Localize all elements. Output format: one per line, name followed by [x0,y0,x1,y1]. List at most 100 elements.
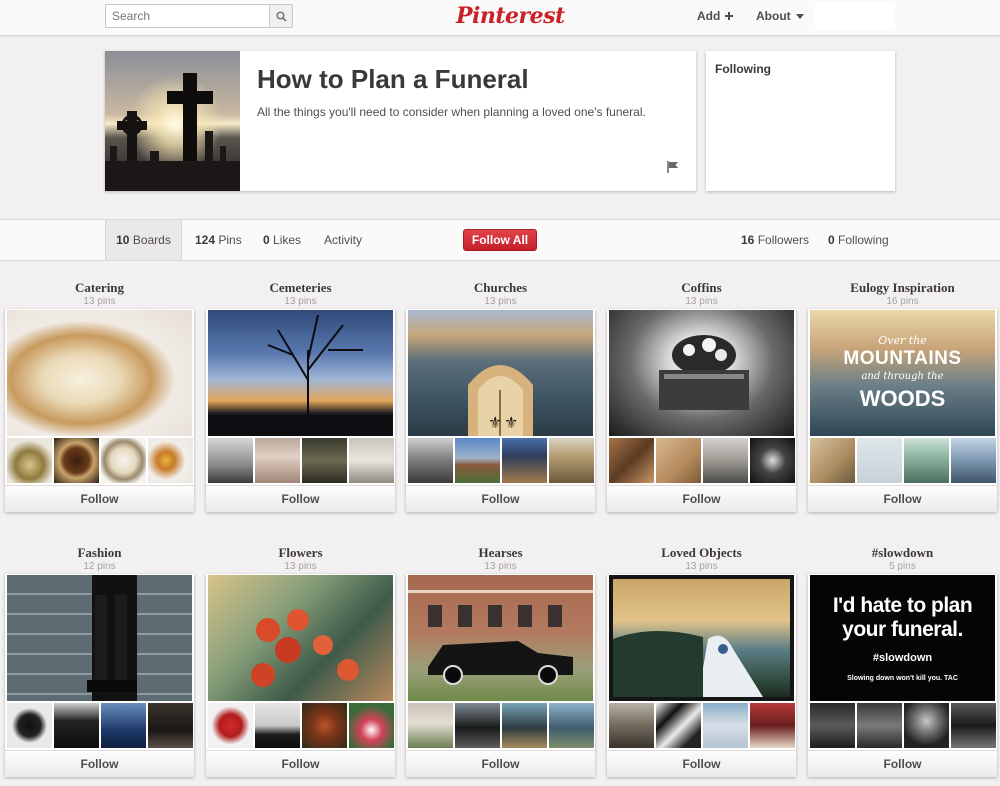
board-name[interactable]: Eulogy Inspiration [808,280,997,296]
cover-caption-line: I'd hate to plan [832,594,973,617]
board-name[interactable]: Cemeteries [206,280,395,296]
thumbnail[interactable] [703,703,748,748]
thumbnail[interactable] [7,703,52,748]
cover-image[interactable] [408,575,593,701]
board-pin-count: 13 pins [284,296,317,307]
follow-board-button[interactable]: Follow [5,750,194,777]
board-preview[interactable]: Follow [406,574,595,777]
follow-board-button[interactable]: Follow [206,750,395,777]
thumbnail[interactable] [148,703,193,748]
board-name[interactable]: Catering [5,280,194,296]
board-preview[interactable]: Follow [206,574,395,777]
thumbnail[interactable] [703,438,748,483]
follow-board-button[interactable]: Follow [406,485,595,512]
cover-image[interactable]: ⚜ ⚜ [408,310,593,436]
thumbnail[interactable] [255,438,300,483]
cover-image[interactable]: Over the MOUNTAINS and through the WOODS [810,310,995,436]
thumbnail[interactable] [904,438,949,483]
tab-pins[interactable]: 124 Pins [195,220,242,260]
thumbnail[interactable] [54,438,99,483]
thumbnail[interactable] [549,703,594,748]
thumbnail[interactable] [656,703,701,748]
cover-image[interactable]: I'd hate to plan your funeral. #slowdown… [810,575,995,701]
thumbnail[interactable] [810,703,855,748]
board-pin-count: 13 pins [83,296,116,307]
thumbnail[interactable] [810,438,855,483]
follow-board-button[interactable]: Follow [808,485,997,512]
thumbnail[interactable] [857,703,902,748]
tab-following[interactable]: 0 Following [828,220,889,260]
thumbnail[interactable] [302,438,347,483]
tab-followers[interactable]: 16 Followers [741,220,809,260]
thumbnail[interactable] [549,438,594,483]
cover-image[interactable] [609,310,794,436]
tab-activity[interactable]: Activity [324,220,362,260]
board-preview[interactable]: Over the MOUNTAINS and through the WOODS… [808,309,997,512]
thumbnail[interactable] [502,703,547,748]
flag-icon[interactable] [666,160,680,174]
thumbnail[interactable] [455,438,500,483]
thumbnail[interactable] [255,703,300,748]
about-menu[interactable]: About [756,9,804,23]
thumbnail[interactable] [208,438,253,483]
board-name[interactable]: Churches [406,280,595,296]
board-preview[interactable]: Follow [5,309,194,512]
cover-image[interactable] [208,310,393,436]
thumbnail[interactable] [857,438,902,483]
thumbnail[interactable] [208,703,253,748]
board-preview[interactable]: Follow [607,309,796,512]
search-input[interactable] [106,5,270,27]
thumbnail[interactable] [455,703,500,748]
cover-caption-line: Over the [878,334,927,347]
chevron-down-icon [795,13,804,19]
follow-all-button[interactable]: Follow All [463,229,537,251]
tab-boards[interactable]: 10 Boards [105,220,182,260]
cover-image[interactable] [609,575,794,701]
thumbnail[interactable] [951,703,996,748]
thumbnail[interactable] [656,438,701,483]
follow-board-button[interactable]: Follow [206,485,395,512]
cover-image[interactable] [7,310,192,436]
add-menu[interactable]: Add [697,9,734,23]
thumbnail[interactable] [302,703,347,748]
thumbnail[interactable] [951,438,996,483]
thumbnail[interactable] [502,438,547,483]
board-name[interactable]: Flowers [206,545,395,561]
follow-board-button[interactable]: Follow [406,750,595,777]
thumbnail[interactable] [7,438,52,483]
search-button[interactable] [269,5,292,27]
cover-caption-line: #slowdown [872,652,933,664]
thumbnail[interactable] [408,438,453,483]
board-preview[interactable]: Follow [5,574,194,777]
thumbnail[interactable] [750,438,795,483]
follow-board-button[interactable]: Follow [607,485,796,512]
board-preview[interactable]: I'd hate to plan your funeral. #slowdown… [808,574,997,777]
board-name[interactable]: Loved Objects [607,545,796,561]
thumbnail[interactable] [349,703,394,748]
board-preview[interactable]: ⚜ ⚜ Follow [406,309,595,512]
board-name[interactable]: Hearses [406,545,595,561]
board-preview[interactable]: Follow [206,309,395,512]
thumbnail[interactable] [101,703,146,748]
thumbnail[interactable] [609,438,654,483]
thumbnail[interactable] [54,703,99,748]
boards-count: 10 [116,233,130,247]
thumbnail[interactable] [609,703,654,748]
follow-board-button[interactable]: Follow [5,485,194,512]
follow-board-button[interactable]: Follow [607,750,796,777]
thumbnail[interactable] [148,438,193,483]
board-name[interactable]: Coffins [607,280,796,296]
board-name[interactable]: #slowdown [808,545,997,561]
board-name[interactable]: Fashion [5,545,194,561]
thumbnail[interactable] [750,703,795,748]
cover-image[interactable] [208,575,393,701]
thumbnail[interactable] [904,703,949,748]
cover-image[interactable] [7,575,192,701]
board-preview[interactable]: Follow [607,574,796,777]
thumbnail[interactable] [349,438,394,483]
thumbnail[interactable] [408,703,453,748]
tab-likes[interactable]: 0 Likes [263,220,301,260]
thumbnail[interactable] [101,438,146,483]
follow-board-button[interactable]: Follow [808,750,997,777]
pinterest-logo[interactable]: Pinterest [456,2,565,30]
